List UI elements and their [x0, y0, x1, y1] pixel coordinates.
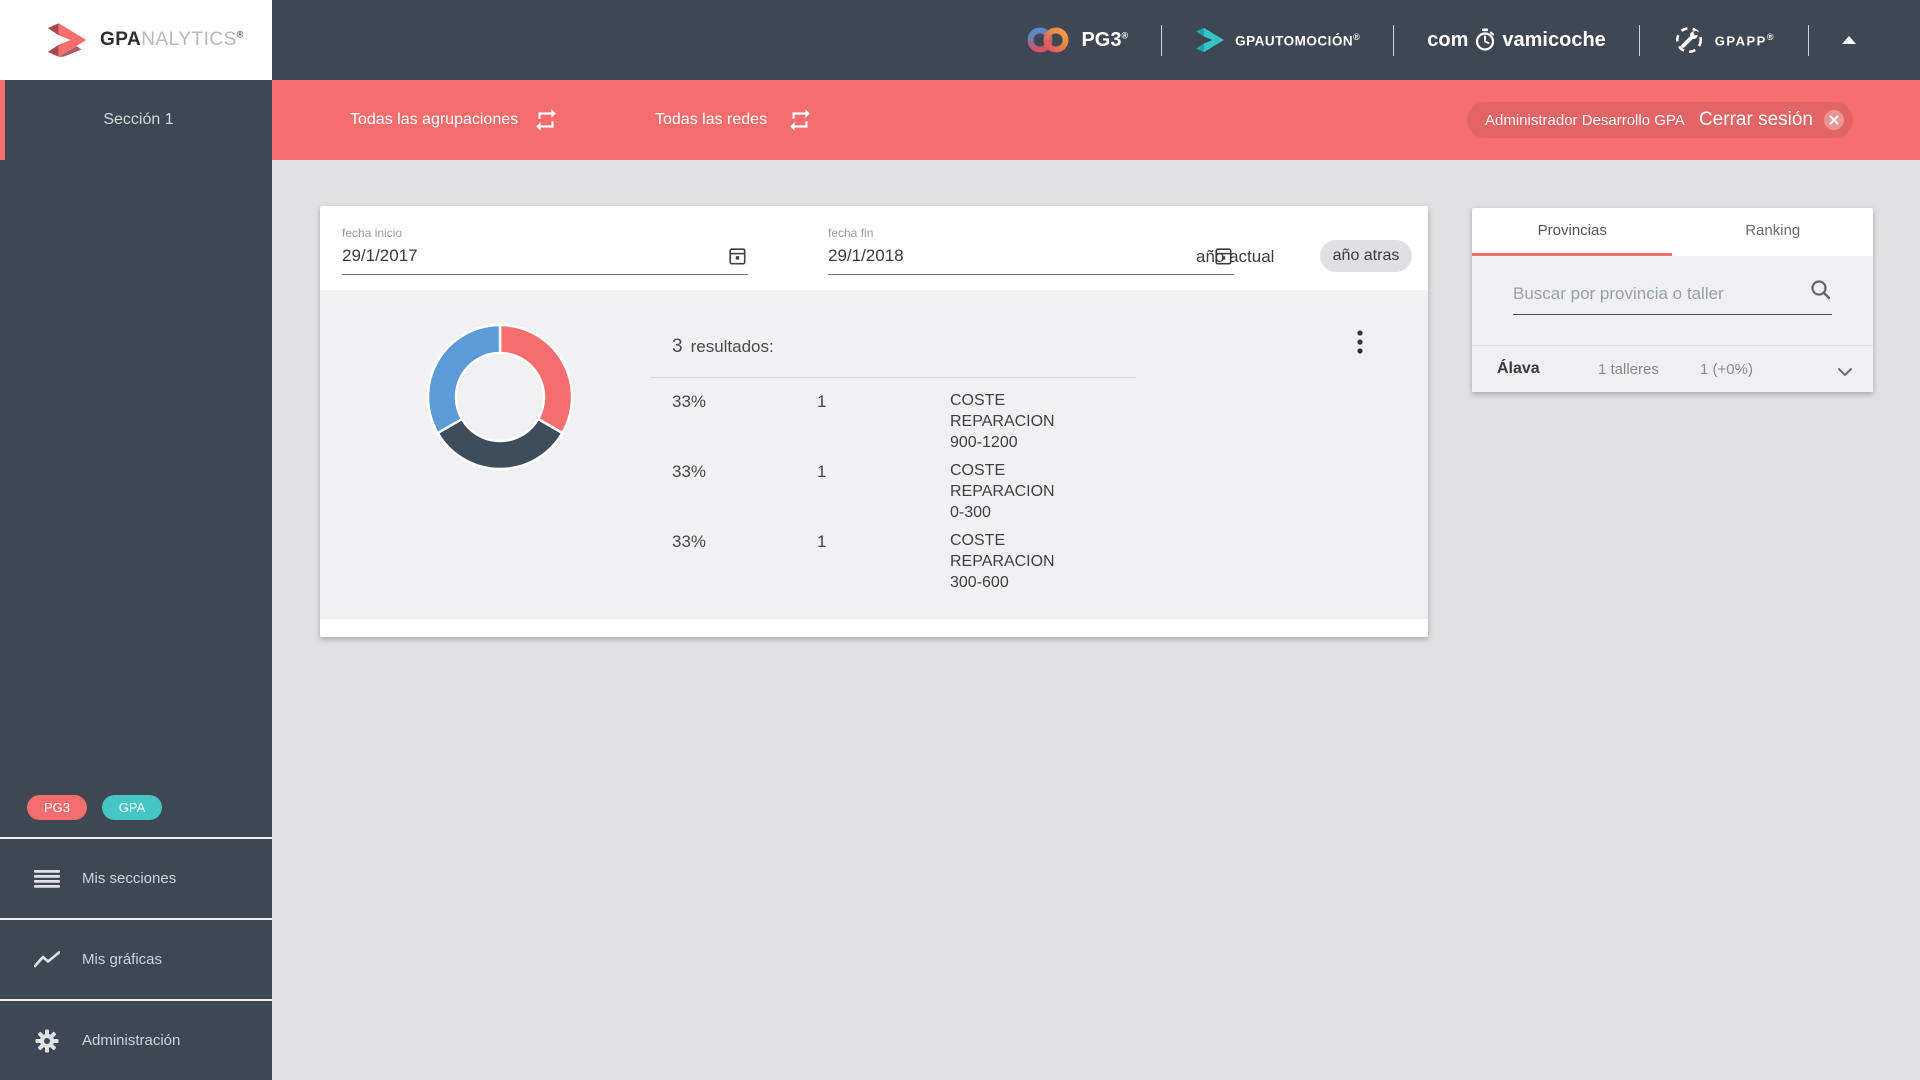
- fecha-inicio-label: fecha inicio: [342, 226, 403, 240]
- result-label: COSTE REPARACION 300-600: [950, 532, 1055, 591]
- results-list: 33% 1 COSTE REPARACION 900-1200 33% 1 CO…: [672, 392, 1102, 602]
- search-field: [1513, 278, 1832, 315]
- result-count: 1: [817, 532, 827, 551]
- result-count: 1: [817, 462, 827, 481]
- user-name: Administrador Desarrollo GPA: [1485, 111, 1685, 129]
- tab-ranking[interactable]: Ranking: [1673, 208, 1874, 253]
- ano-atras-button[interactable]: año atras: [1320, 240, 1412, 272]
- results-divider: [650, 377, 1136, 378]
- collapse-caret-icon[interactable]: [1842, 36, 1856, 44]
- filter-redes[interactable]: Todas las redes: [655, 80, 767, 160]
- swap-agrupaciones-icon[interactable]: [533, 107, 559, 133]
- stopwatch-icon: [1476, 28, 1495, 51]
- topbar: PG3® GPAUTOMOCIÓN® com vamicoche GPAPP®: [272, 0, 1920, 80]
- fecha-fin-label: fecha fin: [828, 226, 874, 240]
- result-row: 33% 1 COSTE REPARACION 900-1200: [672, 392, 1102, 462]
- panel-tabs: Provincias Ranking: [1472, 208, 1873, 253]
- logout-icon[interactable]: [1823, 109, 1845, 131]
- pg3-infinity-icon: [1027, 27, 1069, 53]
- province-value: 1 (+0%): [1700, 361, 1753, 378]
- donut-chart: [426, 323, 574, 471]
- list-icon: [34, 869, 60, 888]
- result-row: 33% 1 COSTE REPARACION 0-300: [672, 462, 1102, 532]
- panel-search-section: [1472, 256, 1873, 345]
- result-label: COSTE REPARACION 0-300: [950, 462, 1055, 521]
- ano-actual-button[interactable]: año actual: [1196, 242, 1274, 272]
- sidebar-item-mis-secciones[interactable]: Mis secciones: [0, 837, 272, 918]
- swap-redes-icon[interactable]: [787, 107, 813, 133]
- user-session-pill: Administrador Desarrollo GPA Cerrar sesi…: [1467, 102, 1853, 138]
- donut-segment[interactable]: [435, 417, 565, 471]
- fecha-fin-input[interactable]: 29/1/2018: [828, 240, 1234, 275]
- topbar-divider: [1161, 24, 1163, 56]
- gpautomocion-logo: GPAUTOMOCIÓN®: [1195, 27, 1360, 53]
- result-percent: 33%: [672, 532, 707, 551]
- gpautomocion-arrow-icon: [1196, 27, 1224, 53]
- filter-agrupaciones[interactable]: Todas las agrupaciones: [350, 80, 518, 160]
- result-percent: 33%: [672, 462, 707, 481]
- calendar-icon[interactable]: [729, 247, 746, 265]
- app: { "logo": { "bold": "GPA", "light": "NAL…: [0, 0, 1920, 1080]
- results-count: 3: [672, 336, 683, 357]
- sidebar-badges: PG3 GPA: [27, 795, 162, 820]
- logout-button[interactable]: Cerrar sesión: [1699, 109, 1813, 131]
- topbar-divider: [1808, 24, 1809, 56]
- chevron-down-icon[interactable]: [1837, 364, 1853, 382]
- gpanalytics-logo-text: GPANALYTICS®: [100, 29, 244, 50]
- sidebar-item-administracion[interactable]: Administración: [0, 999, 272, 1080]
- sidebar-item-mis-graficas[interactable]: Mis gráficas: [0, 918, 272, 999]
- province-row-alava[interactable]: Álava 1 talleres 1 (+0%): [1472, 345, 1873, 392]
- provinces-panel: Provincias Ranking Álava 1 talleres 1 (+…: [1472, 208, 1873, 392]
- topbar-divider: [1638, 24, 1640, 56]
- filter-redes-label: Todas las redes: [655, 111, 768, 128]
- filter-agrupaciones-label: Todas las agrupaciones: [350, 111, 519, 128]
- result-count: 1: [817, 392, 827, 411]
- donut-segment[interactable]: [426, 323, 502, 435]
- fecha-inicio-input[interactable]: 29/1/2017: [342, 240, 748, 275]
- results-header: 3 resultados:: [672, 336, 774, 357]
- badge-pg3[interactable]: PG3: [27, 795, 87, 820]
- result-percent: 33%: [672, 392, 707, 411]
- fecha-fin-field: fecha fin 29/1/2018: [828, 226, 1234, 275]
- province-talleres: 1 talleres: [1598, 361, 1659, 378]
- results-card: fecha inicio 29/1/2017 fecha fin 29/1/20…: [320, 206, 1428, 637]
- fecha-inicio-field: fecha inicio 29/1/2017: [342, 226, 748, 275]
- sidebar-item-seccion-1[interactable]: Sección 1: [0, 80, 272, 160]
- chart-menu-kebab-icon[interactable]: [1348, 328, 1372, 358]
- result-row: 33% 1 COSTE REPARACION 300-600: [672, 532, 1102, 602]
- tab-provincias[interactable]: Provincias: [1472, 208, 1673, 253]
- filter-bar: Todas las agrupaciones Todas las redes A…: [272, 80, 1920, 160]
- sidebar: Sección 1 PG3 GPA Mis secciones Mis gráf…: [0, 80, 272, 1080]
- donut-segment[interactable]: [498, 323, 574, 435]
- search-icon[interactable]: [1810, 279, 1832, 306]
- gpapp-gauge-wrench-icon: [1675, 26, 1702, 54]
- search-input[interactable]: [1513, 278, 1795, 314]
- gpanalytics-logo: GPANALYTICS®: [0, 0, 272, 80]
- comprovamicoche-logo: com vamicoche: [1427, 28, 1606, 51]
- gear-icon: [34, 1029, 60, 1053]
- gpapp-logo: GPAPP®: [1673, 24, 1775, 56]
- topbar-divider: [1393, 24, 1395, 56]
- gpanalytics-arrow-icon: [47, 23, 87, 57]
- result-label: COSTE REPARACION 900-1200: [950, 392, 1055, 451]
- chart-section: 3 resultados: 33% 1 COSTE REPARACION 900-…: [320, 290, 1428, 619]
- badge-gpa[interactable]: GPA: [102, 795, 162, 820]
- pg3-logo: PG3®: [1025, 25, 1128, 55]
- line-chart-icon: [34, 950, 60, 969]
- sidebar-menu: Mis secciones Mis gráficas Administració…: [0, 837, 272, 1080]
- province-name: Álava: [1497, 360, 1540, 377]
